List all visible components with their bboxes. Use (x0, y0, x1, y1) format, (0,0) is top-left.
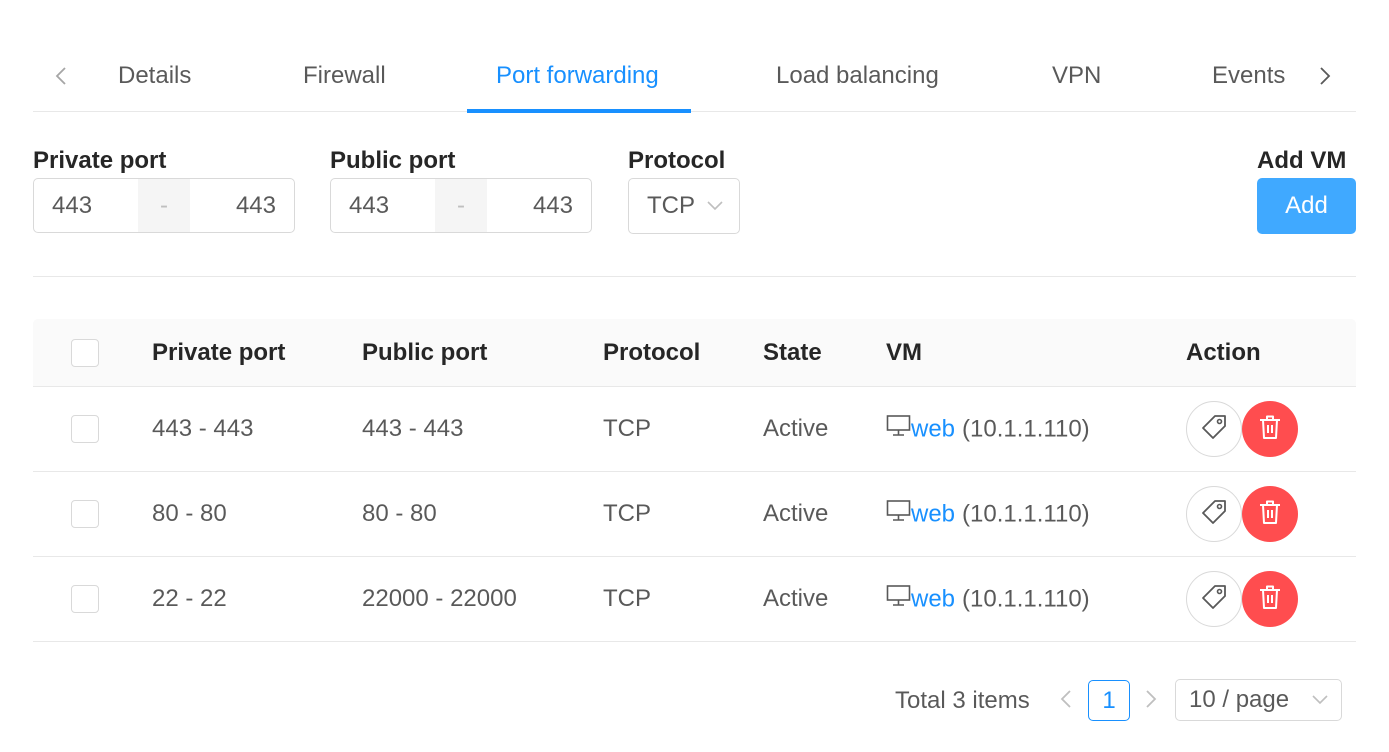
tag-button[interactable] (1186, 401, 1242, 457)
table-header: Private port Public port Protocol State … (33, 319, 1356, 387)
range-separator: - (435, 179, 487, 232)
protocol-cell: TCP (603, 500, 651, 527)
column-header-state: State (763, 338, 822, 366)
delete-button[interactable] (1242, 486, 1298, 542)
public-port-label: Public port (330, 147, 456, 174)
chevron-down-icon (1312, 695, 1328, 705)
page-size-select[interactable]: 10 / page (1175, 679, 1342, 721)
pagination-prev-button[interactable] (1054, 686, 1078, 716)
page-size-value: 10 / page (1189, 686, 1290, 713)
tag-button[interactable] (1186, 571, 1242, 627)
vm-ip: (10.1.1.110) (962, 500, 1090, 527)
public-port-end-input[interactable] (487, 179, 591, 232)
vm-link[interactable]: web (911, 500, 955, 528)
monitor-icon (886, 500, 911, 529)
tag-icon (1200, 583, 1228, 616)
table-row: 443 - 443 443 - 443 TCP Active web (10.1… (33, 387, 1356, 472)
row-checkbox[interactable] (71, 585, 99, 613)
active-tab-indicator (467, 109, 691, 113)
protocol-label: Protocol (628, 147, 726, 174)
protocol-select-value: TCP (647, 192, 695, 219)
vm-ip: (10.1.1.110) (962, 585, 1090, 612)
tag-icon (1200, 498, 1228, 531)
public-port-start-input[interactable] (331, 179, 435, 232)
column-header-private-port: Private port (152, 338, 286, 366)
tab-firewall[interactable]: Firewall (303, 60, 386, 92)
chevron-left-icon[interactable] (49, 62, 73, 90)
pagination-next-button[interactable] (1139, 686, 1163, 716)
vm-cell: web (10.1.1.110) (886, 585, 1090, 614)
divider (33, 276, 1356, 277)
tab-port-forwarding[interactable]: Port forwarding (496, 60, 659, 92)
private-port-start-input[interactable] (34, 179, 138, 232)
chevron-down-icon (707, 201, 723, 211)
table-row: 22 - 22 22000 - 22000 TCP Active web (10… (33, 557, 1356, 642)
state-cell: Active (763, 415, 829, 442)
chevron-right-icon (1145, 689, 1157, 714)
delete-icon (1257, 583, 1283, 616)
private-port-range: - (33, 178, 295, 233)
protocol-select[interactable]: TCP (628, 178, 740, 234)
row-checkbox[interactable] (71, 500, 99, 528)
state-cell: Active (763, 585, 829, 612)
add-button[interactable]: Add (1257, 178, 1356, 234)
state-cell: Active (763, 500, 829, 527)
vm-cell: web (10.1.1.110) (886, 500, 1090, 529)
vm-cell: web (10.1.1.110) (886, 415, 1090, 444)
row-checkbox[interactable] (71, 415, 99, 443)
range-separator: - (138, 179, 190, 232)
tab-events[interactable]: Events (1212, 60, 1285, 92)
tag-icon (1200, 413, 1228, 446)
private-port-cell: 80 - 80 (152, 500, 227, 527)
monitor-icon (886, 415, 911, 444)
tab-details[interactable]: Details (118, 60, 191, 92)
public-port-cell: 22000 - 22000 (362, 585, 517, 612)
monitor-icon (886, 585, 911, 614)
public-port-range: - (330, 178, 592, 233)
delete-icon (1257, 498, 1283, 531)
private-port-label: Private port (33, 147, 167, 174)
private-port-cell: 443 - 443 (152, 415, 254, 442)
delete-button[interactable] (1242, 571, 1298, 627)
tab-vpn[interactable]: VPN (1052, 60, 1101, 92)
tab-bar: Details Firewall Port forwarding Load ba… (33, 40, 1356, 113)
column-header-protocol: Protocol (603, 338, 701, 366)
protocol-cell: TCP (603, 415, 651, 442)
chevron-left-icon (1060, 689, 1072, 714)
tag-button[interactable] (1186, 486, 1242, 542)
pagination-page-1[interactable]: 1 (1088, 680, 1130, 721)
table-row: 80 - 80 80 - 80 TCP Active web (10.1.1.1… (33, 472, 1356, 557)
delete-icon (1257, 413, 1283, 446)
add-vm-label: Add VM (1257, 147, 1347, 174)
private-port-cell: 22 - 22 (152, 585, 227, 612)
vm-link[interactable]: web (911, 415, 955, 443)
pagination-total: Total 3 items (895, 687, 1030, 714)
vm-ip: (10.1.1.110) (962, 415, 1090, 442)
public-port-cell: 443 - 443 (362, 415, 464, 442)
column-header-action: Action (1186, 338, 1261, 366)
private-port-end-input[interactable] (190, 179, 294, 232)
chevron-right-icon[interactable] (1313, 62, 1337, 90)
tab-load-balancing[interactable]: Load balancing (776, 60, 939, 92)
column-header-public-port: Public port (362, 338, 488, 366)
select-all-checkbox[interactable] (71, 338, 99, 367)
public-port-cell: 80 - 80 (362, 500, 437, 527)
delete-button[interactable] (1242, 401, 1298, 457)
protocol-cell: TCP (603, 585, 651, 612)
column-header-vm: VM (886, 338, 922, 366)
vm-link[interactable]: web (911, 585, 955, 613)
